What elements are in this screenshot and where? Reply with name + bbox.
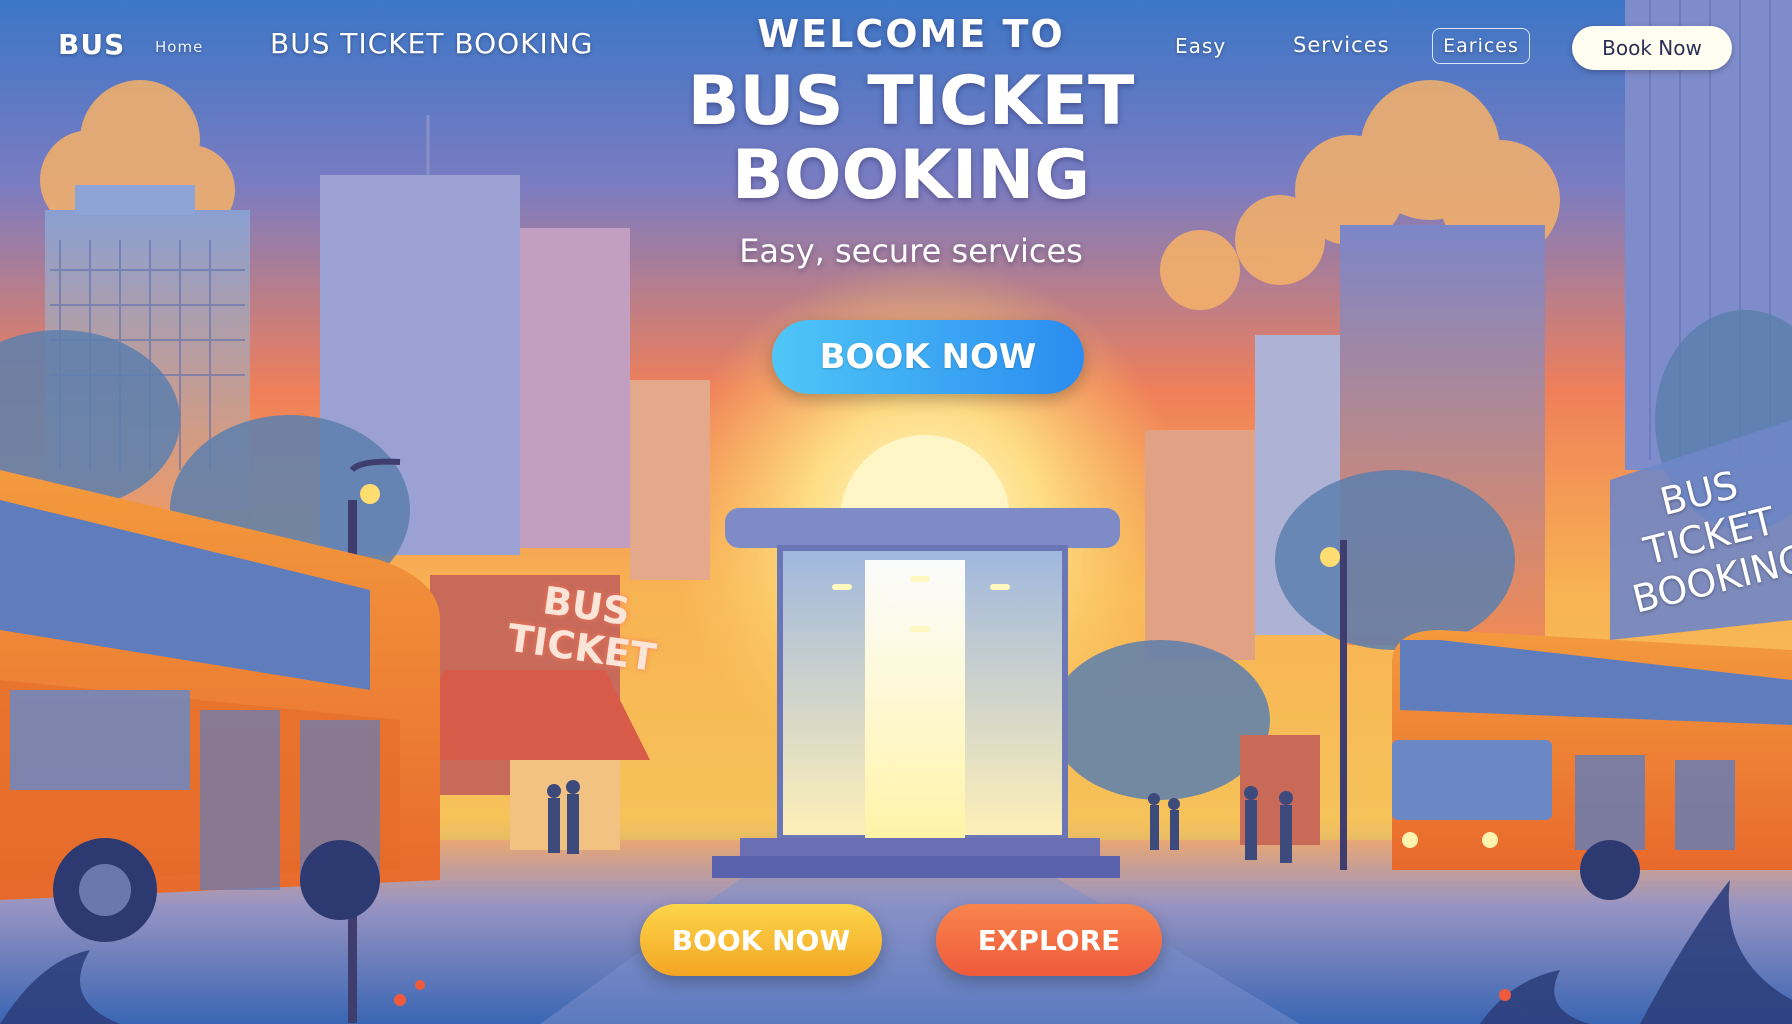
nav-link-earices[interactable]: Earices [1432,28,1530,64]
nav-home-link[interactable]: Home [155,38,203,56]
hero-title-line1: BUS TICKET [687,62,1135,141]
hero-title-line2: BOOKING [731,136,1091,215]
hero-subtitle: Easy, secure services [739,232,1083,270]
footer-book-now-button[interactable]: BOOK NOW [640,904,882,976]
brand-title: BUS TICKET BOOKING [270,27,594,60]
logo[interactable]: BUS [58,28,125,61]
footer-explore-button[interactable]: EXPLORE [936,904,1162,976]
nav-link-easy[interactable]: Easy [1175,34,1226,58]
hero-book-now-button[interactable]: BOOK NOW [772,320,1084,394]
header-book-now-button[interactable]: Book Now [1572,26,1732,70]
nav-link-services[interactable]: Services [1293,33,1390,57]
hero-welcome: WELCOME TO [757,12,1065,56]
